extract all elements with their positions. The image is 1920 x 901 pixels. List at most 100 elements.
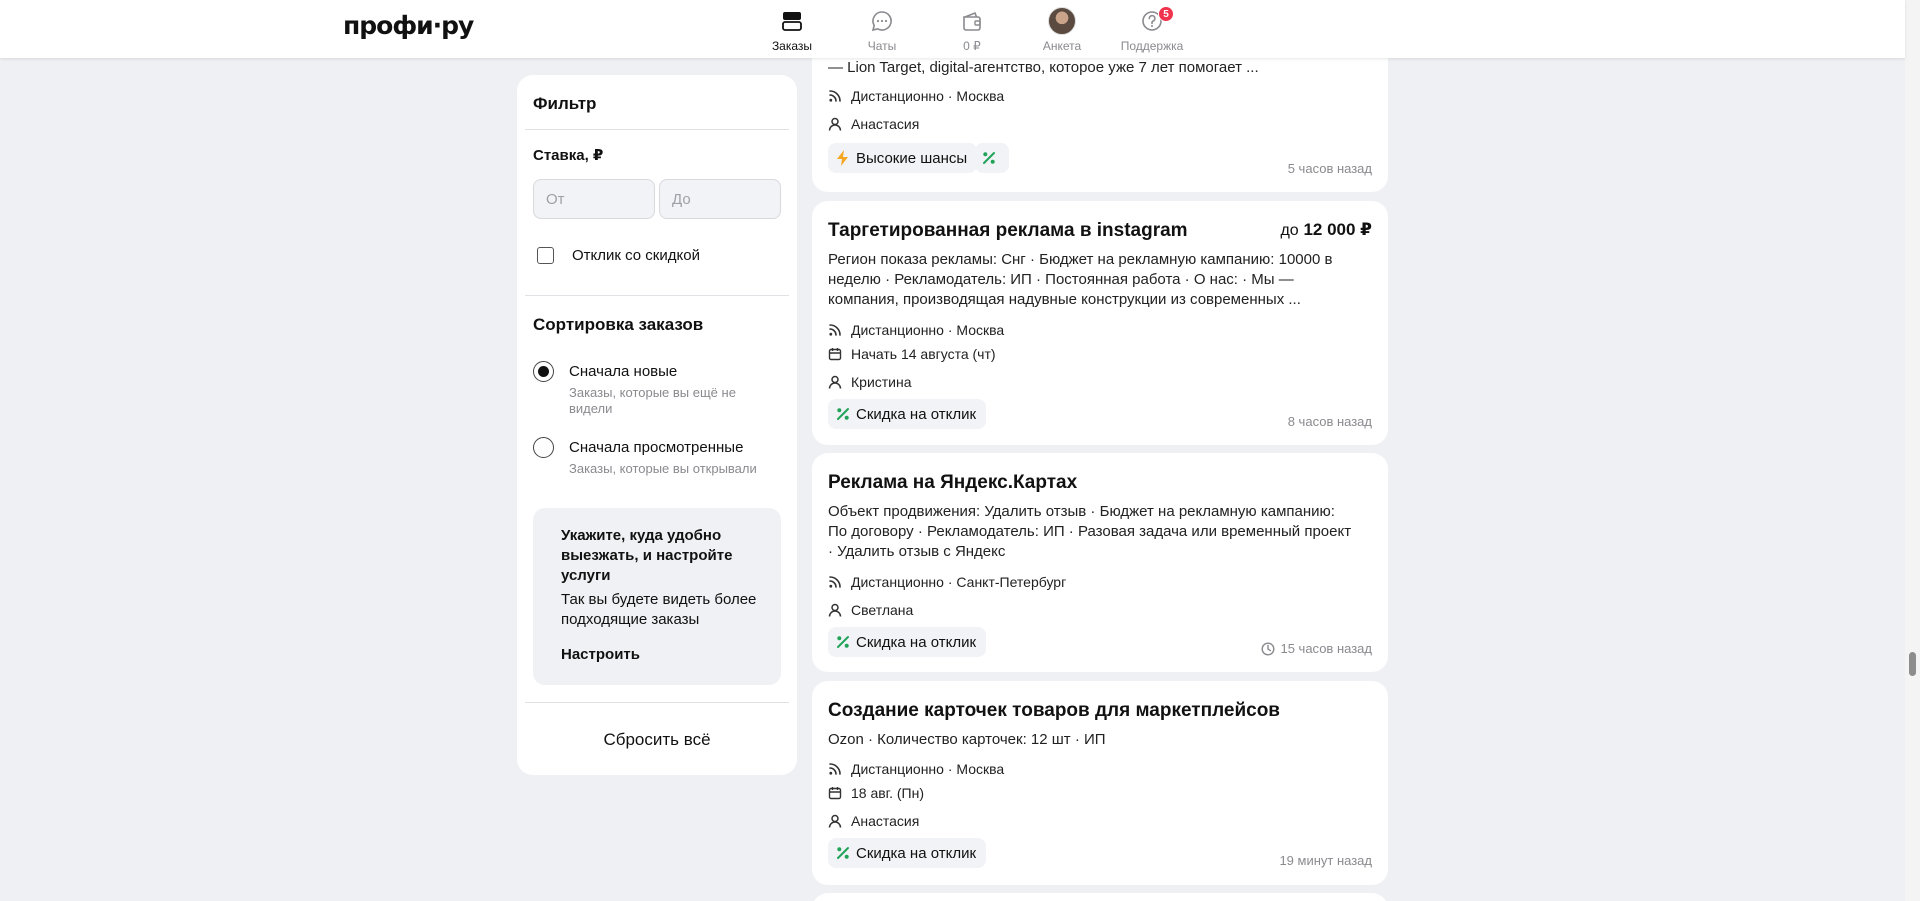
- user-icon: [828, 117, 842, 131]
- remote-icon: [829, 763, 841, 775]
- nav-profile[interactable]: Анкета: [1020, 7, 1104, 54]
- radio-newest[interactable]: [533, 361, 554, 382]
- order-location: Дистанционно · Москва: [828, 322, 1004, 338]
- date-text: 18 авг. (Пн): [851, 785, 924, 801]
- calendar-icon: [828, 787, 842, 800]
- setup-promo-card: Укажите, куда удобно выезжать, и настрой…: [533, 508, 781, 685]
- user-icon: [828, 603, 842, 617]
- profi-logo[interactable]: профи·ру: [343, 11, 474, 40]
- client-name: Светлана: [851, 602, 914, 618]
- order-title[interactable]: Реклама на Яндекс.Картах: [828, 472, 1268, 494]
- reset-all-button[interactable]: Сбросить всё: [517, 730, 797, 750]
- user-icon: [828, 814, 842, 828]
- divider: [525, 129, 789, 130]
- percent-icon: [837, 408, 849, 420]
- order-title[interactable]: Создание карточек товаров для маркетплей…: [828, 700, 1280, 722]
- setup-link[interactable]: Настроить: [561, 646, 640, 663]
- discount-checkbox[interactable]: [537, 247, 554, 264]
- order-client: Анастасия: [828, 116, 919, 132]
- remote-icon: [829, 90, 841, 102]
- order-location: Дистанционно · Москва: [828, 88, 1004, 104]
- discount-tag[interactable]: Скидка на отклик: [828, 627, 987, 657]
- discount-checkbox-label: Отклик со скидкой: [572, 247, 700, 264]
- lightning-icon: [837, 150, 848, 166]
- order-description: Объект продвижения: Удалить отзыв · Бюдж…: [828, 503, 1352, 560]
- nav-profile-label: Анкета: [1042, 39, 1082, 53]
- top-navigation-bar: профи·ру Заказы Чаты 0 ₽ Анкета 5 Поддер…: [0, 0, 1905, 58]
- price-prefix: до: [1280, 222, 1299, 239]
- nav-orders-label: Заказы: [771, 39, 813, 53]
- divider: [525, 702, 789, 703]
- order-client: Анастасия: [828, 813, 919, 829]
- remote-icon: [829, 324, 841, 336]
- discount-checkbox-row[interactable]: Отклик со скидкой: [537, 247, 700, 264]
- promo-text: Так вы будете видеть более подходящие за…: [561, 591, 757, 628]
- order-time: 5 часов назад: [1287, 161, 1372, 176]
- nav-chats-label: Чаты: [867, 39, 897, 53]
- sort-option-label: Сначала новые: [569, 363, 678, 380]
- filter-title: Фильтр: [533, 94, 597, 113]
- radio-viewed[interactable]: [533, 437, 554, 458]
- calendar-icon: [828, 348, 842, 361]
- filter-panel: Фильтр Ставка, ₽ Отклик со скидкой Сорти…: [517, 75, 797, 775]
- order-location: Дистанционно · Москва: [828, 761, 1004, 777]
- order-card[interactable]: Таргетированная реклама в instagram до 1…: [812, 201, 1388, 445]
- tag-label: Высокие шансы: [856, 149, 968, 167]
- discount-tag[interactable]: Скидка на отклик: [828, 838, 987, 868]
- divider: [525, 295, 789, 296]
- nav-support[interactable]: 5 Поддержка: [1110, 6, 1194, 54]
- chat-icon: [871, 8, 893, 34]
- percent-icon: [837, 636, 849, 648]
- sort-option-label: Сначала просмотренные: [569, 439, 744, 456]
- tag-label: Скидка на отклик: [856, 633, 977, 651]
- order-title[interactable]: Таргетированная реклама в instagram: [828, 220, 1268, 242]
- orders-icon: [782, 8, 802, 34]
- discount-tag[interactable]: Скидка на отклик: [828, 399, 987, 429]
- rate-from-input[interactable]: [533, 179, 655, 219]
- client-name: Анастасия: [851, 116, 920, 132]
- promo-title: Укажите, куда удобно выезжать, и настрой…: [561, 527, 733, 584]
- sort-title: Сортировка заказов: [533, 315, 704, 334]
- price-value: 12 000 ₽: [1303, 220, 1372, 239]
- page-scrollbar[interactable]: [1905, 0, 1920, 901]
- order-card[interactable]: [812, 893, 1388, 901]
- rate-label: Ставка, ₽: [533, 147, 604, 164]
- remote-icon: [829, 576, 841, 588]
- location-text: Дистанционно · Москва: [851, 761, 1005, 777]
- order-card[interactable]: Реклама на Яндекс.Картах Объект продвиже…: [812, 453, 1388, 672]
- high-chances-tag[interactable]: Высокие шансы: [828, 143, 978, 173]
- order-location: Дистанционно · Санкт-Петербург: [828, 574, 1066, 590]
- location-text: Дистанционно · Москва: [851, 88, 1005, 104]
- discount-tag[interactable]: [975, 143, 1009, 173]
- nav-wallet-label: 0 ₽: [963, 39, 981, 53]
- order-time: 15 часов назад: [1261, 641, 1372, 656]
- user-icon: [828, 375, 842, 389]
- help-icon: 5: [1141, 6, 1174, 34]
- percent-icon: [983, 152, 995, 164]
- tag-label: Скидка на отклик: [856, 405, 977, 423]
- order-description: Ozon · Количество карточек: 12 шт · ИП: [828, 731, 1106, 748]
- rate-to-input[interactable]: [659, 179, 781, 219]
- scrollbar-thumb[interactable]: [1909, 652, 1916, 676]
- nav-profile-icon-wrap: [1048, 7, 1076, 35]
- sort-option-hint: Заказы, которые вы ещё не видели: [569, 385, 736, 416]
- sort-option-hint: Заказы, которые вы открывали: [569, 461, 757, 476]
- order-date: 18 авг. (Пн): [828, 785, 924, 801]
- order-card[interactable]: Создание карточек товаров для маркетплей…: [812, 681, 1388, 885]
- order-description: Регион показа рекламы: Снг · Бюджет на р…: [828, 251, 1333, 308]
- nav-chats[interactable]: Чаты: [840, 8, 924, 54]
- wallet-icon: [961, 8, 983, 34]
- sort-option-viewed[interactable]: Сначала просмотренные Заказы, которые вы…: [533, 437, 789, 477]
- tag-label: Скидка на отклик: [856, 844, 977, 862]
- order-date: Начать 14 августа (чт): [828, 346, 996, 362]
- sort-option-newest[interactable]: Сначала новые Заказы, которые вы ещё не …: [533, 361, 759, 417]
- order-time: 8 часов назад: [1287, 414, 1372, 429]
- nav-support-label: Поддержка: [1120, 39, 1184, 53]
- order-client: Кристина: [828, 374, 912, 390]
- time-text: 15 часов назад: [1280, 641, 1372, 656]
- nav-orders[interactable]: Заказы: [750, 8, 834, 54]
- order-description: — Lion Target, digital-агентство, которо…: [828, 59, 1259, 76]
- clock-icon: [1261, 641, 1275, 656]
- support-badge: 5: [1158, 6, 1174, 22]
- nav-wallet[interactable]: 0 ₽: [930, 8, 1014, 54]
